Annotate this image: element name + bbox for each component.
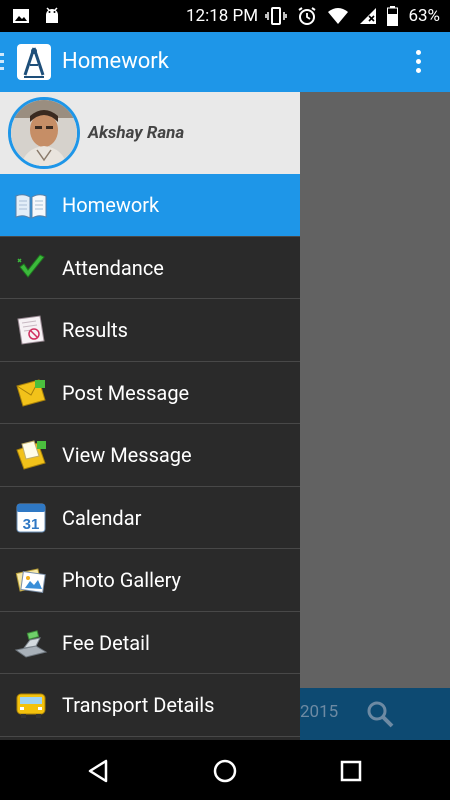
drawer-item-label: Post Message xyxy=(62,380,190,405)
photo-gallery-icon xyxy=(15,568,46,594)
drawer-item-label: View Message xyxy=(62,443,192,467)
cash-register-icon xyxy=(14,629,48,658)
avatar-photo-icon xyxy=(11,100,77,166)
home-icon[interactable] xyxy=(212,758,238,784)
overflow-menu-icon[interactable] xyxy=(416,50,422,74)
android-notification-icon xyxy=(46,7,58,23)
envelope-icon xyxy=(16,378,46,407)
drawer-item-label: Attendance xyxy=(62,255,164,280)
calendar-icon: 31 xyxy=(16,503,46,533)
drawer-item-homework[interactable]: Homework xyxy=(0,174,300,237)
open-envelope-icon xyxy=(16,440,46,470)
drawer-item-results[interactable]: Results xyxy=(0,299,300,362)
recents-icon[interactable] xyxy=(338,758,364,784)
drawer-item-label: Fee Detail xyxy=(62,630,150,655)
drawer-item-calendar[interactable]: 31 Calendar xyxy=(0,487,300,549)
drawer-item-fee-detail[interactable]: Fee Detail xyxy=(0,612,300,674)
drawer-item-label: Calendar xyxy=(62,505,142,530)
drawer-item-photo-gallery[interactable]: Photo Gallery xyxy=(0,549,300,612)
battery-icon xyxy=(387,6,399,26)
signal-icon xyxy=(360,8,377,24)
battery-percent: 63% xyxy=(408,6,440,26)
wifi-icon xyxy=(328,8,349,24)
status-time: 12:18 PM xyxy=(186,6,259,26)
user-name: Akshay Rana xyxy=(88,123,185,143)
drawer-item-attendance[interactable]: Attendance xyxy=(0,237,300,299)
profile-header[interactable]: Akshay Rana xyxy=(0,92,300,174)
drawer-item-label: Results xyxy=(62,318,129,342)
avatar[interactable] xyxy=(8,97,80,169)
drawer-indicator-icon[interactable] xyxy=(0,53,6,71)
checkmark-icon xyxy=(17,253,45,278)
drawer-item-transport-details[interactable]: Transport Details xyxy=(0,674,300,737)
image-notification-icon xyxy=(13,9,29,23)
drawer-item-view-message[interactable]: View Message xyxy=(0,424,300,487)
year-text: 2015 xyxy=(300,702,339,722)
drawer-item-label: Homework xyxy=(62,193,160,217)
dimmed-content[interactable] xyxy=(300,92,450,688)
system-nav-bar xyxy=(0,740,450,800)
app-title: Homework xyxy=(62,49,169,74)
alarm-icon xyxy=(298,7,316,25)
navigation-drawer: Akshay Rana Homework Attendance Results xyxy=(0,92,300,740)
calendar-day: 31 xyxy=(23,516,40,533)
vibrate-icon xyxy=(265,7,288,25)
drawer-item-label: Transport Details xyxy=(62,693,215,717)
results-icon xyxy=(17,315,45,345)
back-icon[interactable] xyxy=(86,758,112,784)
book-icon xyxy=(15,194,47,219)
bus-icon xyxy=(16,693,46,718)
search-icon[interactable] xyxy=(366,700,394,728)
drawer-item-label: Photo Gallery xyxy=(62,568,182,592)
drawer-item-post-message[interactable]: Post Message xyxy=(0,362,300,424)
status-bar: 12:18 PM 63% xyxy=(0,0,450,32)
bottom-strip: 2015 xyxy=(300,688,450,740)
app-bar: Homework xyxy=(0,32,450,92)
app-logo-icon[interactable] xyxy=(16,43,52,81)
